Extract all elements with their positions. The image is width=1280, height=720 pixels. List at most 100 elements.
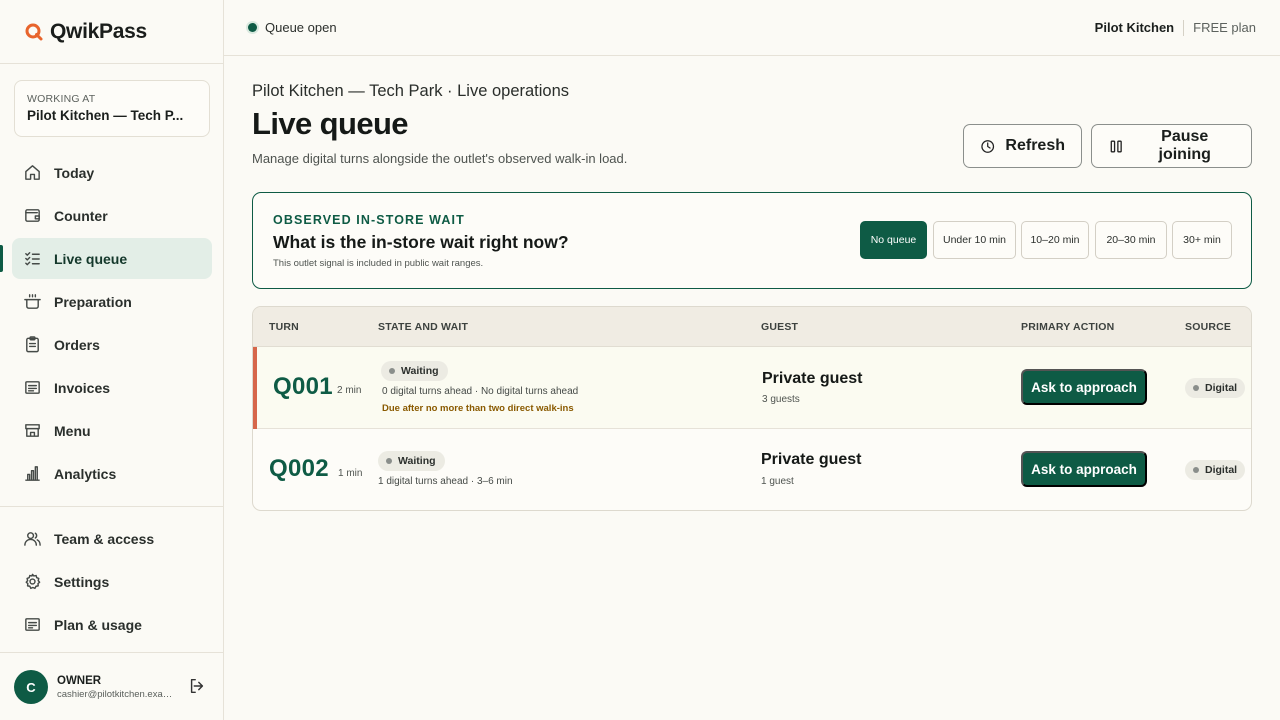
pause-icon xyxy=(1110,140,1122,152)
column-header-action: PRIMARY ACTION xyxy=(1021,321,1115,333)
nav-item-label: Live queue xyxy=(54,250,128,267)
outlet-plan-info: Pilot Kitchen FREE plan xyxy=(1094,19,1256,36)
wait-option-under-10[interactable]: Under 10 min xyxy=(933,221,1016,259)
avatar[interactable]: C xyxy=(14,670,48,704)
table-row[interactable]: Q001 2 min Waiting 0 digital turns ahead… xyxy=(253,347,1251,429)
wallet-icon xyxy=(23,206,42,225)
nav-item-team-access[interactable]: Team & access xyxy=(12,518,212,559)
brand[interactable]: QwikPass xyxy=(0,0,223,64)
user-role: OWNER xyxy=(57,674,102,687)
logout-icon[interactable] xyxy=(188,677,206,695)
nav-item-settings[interactable]: Settings xyxy=(12,561,212,602)
workplace-switcher[interactable]: WORKING AT Pilot Kitchen — Tech P... xyxy=(14,80,210,137)
wait-eyebrow: OBSERVED IN-STORE WAIT xyxy=(273,213,465,227)
wait-option-30-plus[interactable]: 30+ min xyxy=(1172,221,1232,259)
nav-item-counter[interactable]: Counter xyxy=(12,195,212,236)
list-check-icon xyxy=(23,249,42,268)
refresh-button[interactable]: Refresh xyxy=(963,124,1082,168)
status-badge: Waiting xyxy=(378,451,445,471)
plan-badge[interactable]: FREE plan xyxy=(1193,20,1256,35)
user-email: cashier@pilotkitchen.exam... xyxy=(57,688,177,700)
column-header-source: SOURCE xyxy=(1185,321,1232,333)
store-icon xyxy=(23,421,42,440)
nav-item-today[interactable]: Today xyxy=(12,152,212,193)
nav-item-label: Counter xyxy=(54,207,108,224)
pause-joining-button[interactable]: Pause joining xyxy=(1091,124,1252,168)
nav-item-analytics[interactable]: Analytics xyxy=(12,453,212,494)
home-icon xyxy=(23,163,42,182)
status-label: Waiting xyxy=(401,365,439,377)
due-note: Due after no more than two direct walk-i… xyxy=(382,403,574,414)
source-label: Digital xyxy=(1205,382,1238,394)
workplace-label: WORKING AT xyxy=(27,93,96,105)
status-label: Waiting xyxy=(398,455,436,467)
clipboard-icon xyxy=(23,335,42,354)
nav-item-plan-usage[interactable]: Plan & usage xyxy=(12,604,212,645)
nav-item-label: Invoices xyxy=(54,379,111,396)
column-header-state: STATE AND WAIT xyxy=(378,321,469,333)
source-dot xyxy=(1193,385,1199,391)
gear-icon xyxy=(23,572,42,591)
table-row[interactable]: Q002 1 min Waiting 1 digital turns ahead… xyxy=(253,429,1251,510)
divider xyxy=(1183,19,1185,36)
wait-question: What is the in-store wait right now? xyxy=(273,232,569,252)
guest-count: 1 guest xyxy=(761,476,794,487)
status-dot xyxy=(386,458,392,464)
nav-item-menu[interactable]: Menu xyxy=(12,410,212,451)
pot-icon xyxy=(23,292,42,311)
ask-to-approach-button[interactable]: Ask to approach xyxy=(1021,369,1147,405)
queue-status: Queue open xyxy=(265,20,337,35)
wait-note: This outlet signal is included in public… xyxy=(273,258,484,269)
nav-item-label: Today xyxy=(54,164,95,181)
ask-to-approach-button[interactable]: Ask to approach xyxy=(1021,451,1147,487)
wait-option-20-30[interactable]: 20–30 min xyxy=(1095,221,1167,259)
observed-wait-card: OBSERVED IN-STORE WAIT What is the in-st… xyxy=(252,192,1252,289)
receipt-icon xyxy=(23,378,42,397)
nav-item-live-queue[interactable]: Live queue xyxy=(0,238,212,279)
refresh-label: Refresh xyxy=(1005,137,1065,154)
table-header: TURN STATE AND WAIT GUEST PRIMARY ACTION… xyxy=(253,307,1251,347)
brand-name: QwikPass xyxy=(50,19,147,43)
source-label: Digital xyxy=(1205,464,1238,476)
status-dot xyxy=(389,368,395,374)
main-nav: Today Counter Live queue Preparation Ord… xyxy=(0,152,224,496)
turn-age: 2 min xyxy=(337,385,362,396)
turns-ahead: 1 digital turns ahead · 3–6 min xyxy=(378,476,513,487)
page-title: Live queue xyxy=(252,106,409,141)
document-icon xyxy=(23,615,42,634)
status-badge: Waiting xyxy=(381,361,448,381)
nav-item-label: Settings xyxy=(54,573,110,590)
nav-item-invoices[interactable]: Invoices xyxy=(12,367,212,408)
nav-item-label: Orders xyxy=(54,336,100,353)
nav-item-orders[interactable]: Orders xyxy=(12,324,212,365)
wait-option-10-20[interactable]: 10–20 min xyxy=(1021,221,1089,259)
source-badge: Digital xyxy=(1185,378,1246,398)
nav-item-label: Menu xyxy=(54,422,91,439)
nav-item-label: Plan & usage xyxy=(54,616,142,633)
turn-age: 1 min xyxy=(338,468,363,479)
guest-count: 3 guests xyxy=(762,394,800,405)
page-subtitle: Manage digital turns alongside the outle… xyxy=(252,151,628,166)
workplace-name: Pilot Kitchen — Tech P... xyxy=(27,108,184,123)
qwikpass-logo-icon xyxy=(25,23,43,40)
queue-table: TURN STATE AND WAIT GUEST PRIMARY ACTION… xyxy=(252,306,1252,511)
user-info: OWNER cashier@pilotkitchen.exam... xyxy=(57,675,177,700)
divider xyxy=(0,506,224,507)
divider xyxy=(0,652,224,653)
nav-item-label: Preparation xyxy=(54,293,132,310)
secondary-nav: Team & access Settings Plan & usage xyxy=(0,518,224,647)
wait-option-no-queue[interactable]: No queue xyxy=(860,221,927,259)
nav-item-preparation[interactable]: Preparation xyxy=(12,281,212,322)
queue-status-dot xyxy=(248,23,257,32)
outlet-name: Pilot Kitchen xyxy=(1094,20,1175,35)
column-header-guest: GUEST xyxy=(761,321,799,333)
source-badge: Digital xyxy=(1185,460,1246,480)
sidebar: QwikPass WORKING AT Pilot Kitchen — Tech… xyxy=(0,0,224,720)
turn-number: Q001 xyxy=(273,373,333,400)
users-icon xyxy=(23,529,42,548)
guest-name: Private guest xyxy=(761,451,862,468)
clock-icon xyxy=(981,139,995,153)
guest-name: Private guest xyxy=(762,370,863,387)
pause-joining-label: Pause joining xyxy=(1158,128,1211,163)
column-header-turn: TURN xyxy=(269,321,299,333)
